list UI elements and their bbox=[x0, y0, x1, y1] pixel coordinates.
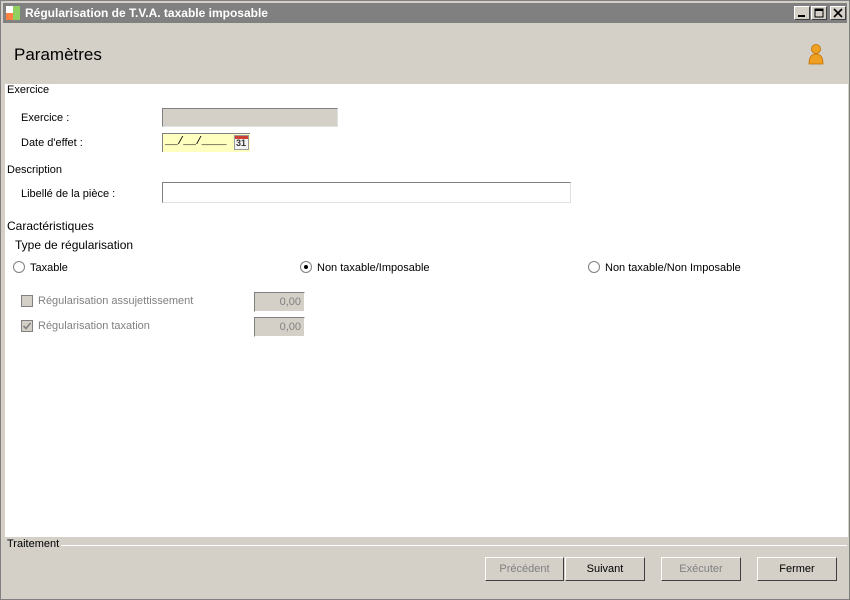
precedent-button[interactable]: Précédent bbox=[485, 557, 564, 581]
page-header: Paramètres bbox=[3, 25, 847, 83]
radio-non-taxable-imposable[interactable] bbox=[300, 261, 312, 273]
app-icon bbox=[6, 6, 20, 20]
close-icon bbox=[833, 8, 843, 18]
regularisation-assujettissement-label: Régularisation assujettissement bbox=[38, 295, 194, 307]
close-button[interactable] bbox=[830, 6, 846, 20]
main-panel: Exercice Exercice : Date d'effet : __/__… bbox=[5, 84, 848, 537]
regularisation-taxation-amount: 0,00 bbox=[254, 317, 305, 337]
calendar-icon[interactable]: 31 bbox=[234, 135, 249, 150]
date-effet-value: __/__/____ bbox=[165, 136, 227, 148]
footer-divider bbox=[61, 545, 847, 546]
maximize-icon bbox=[814, 8, 824, 18]
type-regularisation-heading: Type de régularisation bbox=[15, 238, 134, 252]
page-title: Paramètres bbox=[14, 45, 102, 64]
window-title: Régularisation de T.V.A. taxable imposab… bbox=[25, 6, 268, 20]
regularisation-assujettissement-amount: 0,00 bbox=[254, 292, 305, 312]
minimize-icon bbox=[798, 15, 805, 17]
section-exercice: Exercice bbox=[7, 84, 846, 98]
radio-non-taxable-non-imposable[interactable] bbox=[588, 261, 600, 273]
minimize-button[interactable] bbox=[794, 6, 810, 20]
radio-non-taxable-imposable-label[interactable]: Non taxable/Imposable bbox=[317, 262, 430, 274]
radio-taxable[interactable] bbox=[13, 261, 25, 273]
fermer-button[interactable]: Fermer bbox=[757, 557, 837, 581]
exercice-label: Exercice : bbox=[21, 112, 70, 124]
user-icon[interactable] bbox=[807, 44, 825, 66]
checkbox-regularisation-taxation bbox=[21, 320, 33, 332]
executer-button[interactable]: Exécuter bbox=[661, 557, 741, 581]
section-traitement-heading: Traitement bbox=[7, 538, 60, 550]
maximize-button[interactable] bbox=[811, 6, 827, 20]
date-effet-label: Date d'effet : bbox=[21, 137, 83, 149]
section-description-heading: Description bbox=[7, 164, 63, 176]
regularisation-taxation-label: Régularisation taxation bbox=[38, 320, 150, 332]
radio-taxable-label[interactable]: Taxable bbox=[30, 262, 68, 274]
libelle-label: Libellé de la pièce : bbox=[21, 188, 116, 200]
check-icon bbox=[22, 322, 32, 330]
libelle-field[interactable] bbox=[162, 182, 571, 203]
section-exercice-heading: Exercice bbox=[7, 84, 50, 96]
section-caracteristiques-heading: Caractéristiques bbox=[7, 219, 94, 233]
date-effet-field[interactable]: __/__/____ 31 bbox=[162, 133, 250, 152]
application-window: Régularisation de T.V.A. taxable imposab… bbox=[0, 0, 850, 600]
section-description: Description bbox=[7, 164, 846, 178]
suivant-button[interactable]: Suivant bbox=[565, 557, 645, 581]
radio-non-taxable-non-imposable-label[interactable]: Non taxable/Non Imposable bbox=[605, 262, 741, 274]
exercice-field bbox=[162, 108, 338, 127]
title-bar[interactable]: Régularisation de T.V.A. taxable imposab… bbox=[3, 3, 847, 23]
checkbox-regularisation-assujettissement bbox=[21, 295, 33, 307]
section-caracteristiques: Caractéristiques bbox=[7, 219, 846, 233]
